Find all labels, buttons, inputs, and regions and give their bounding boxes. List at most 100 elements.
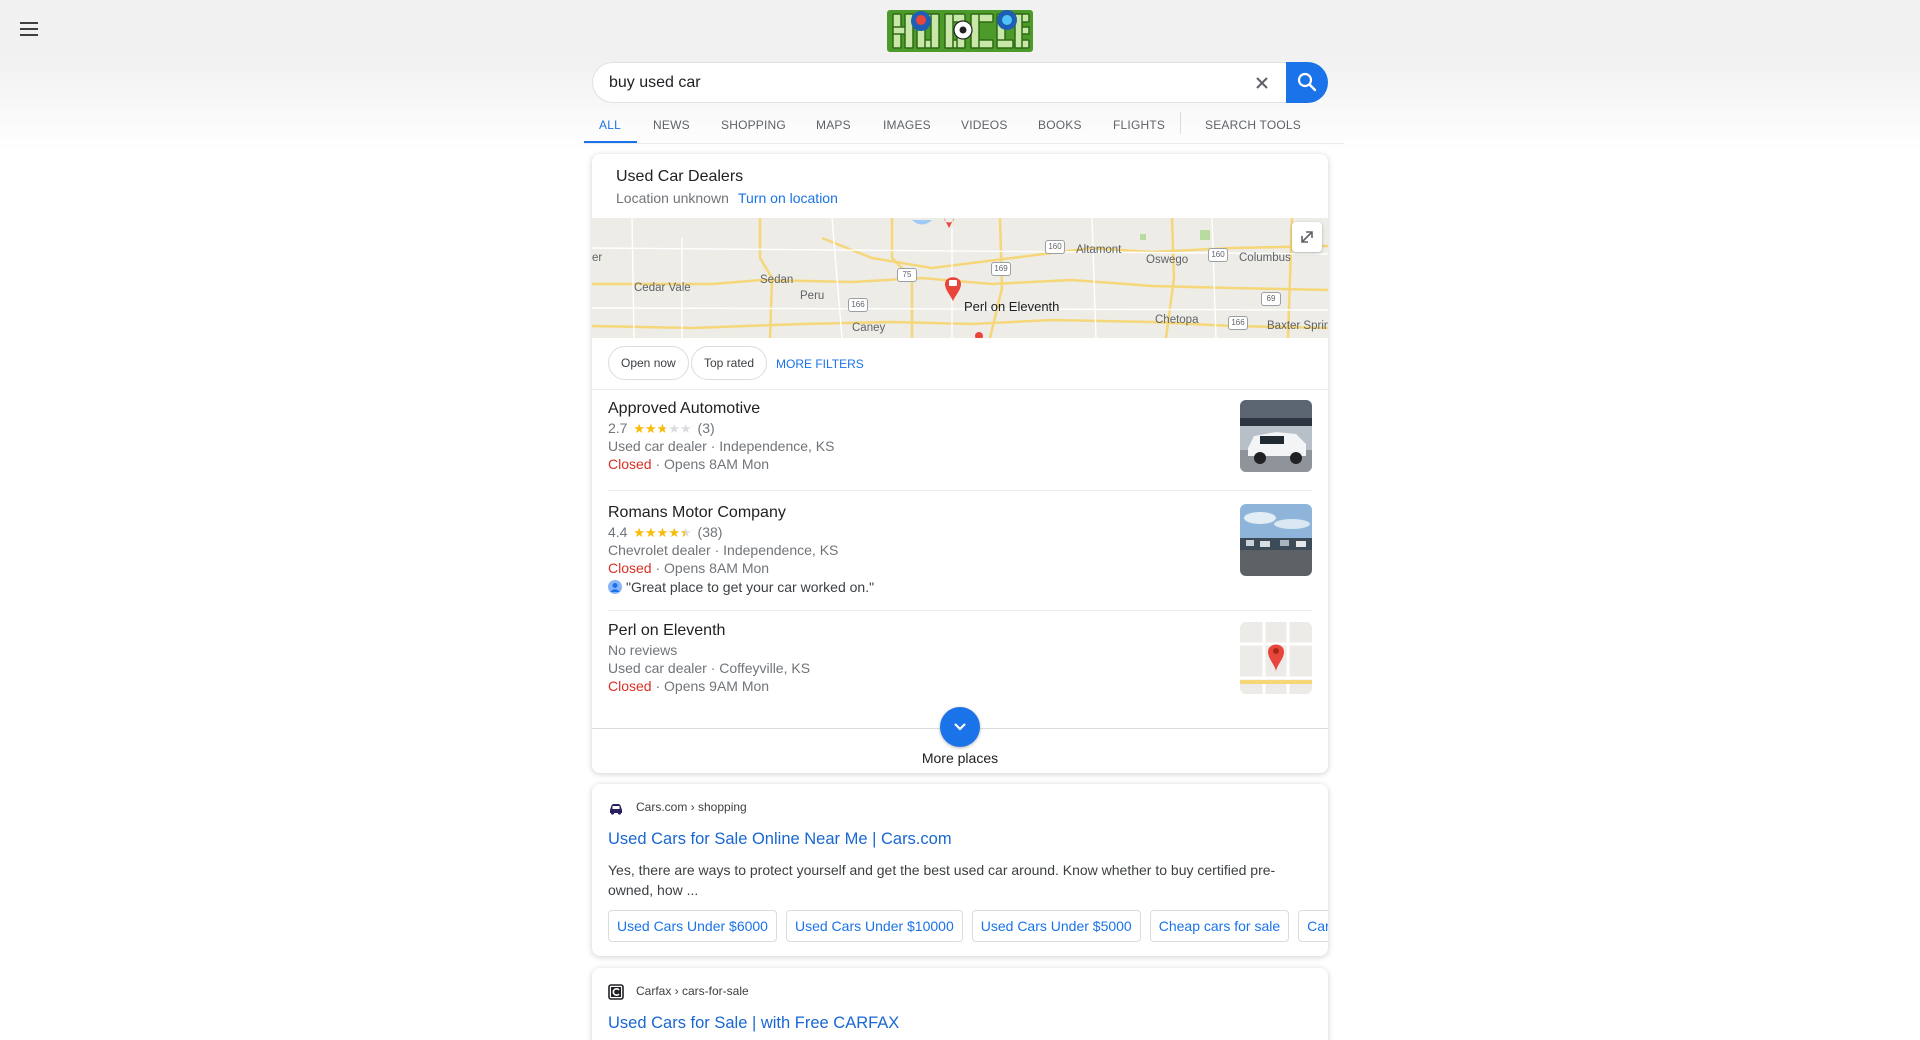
local-results-card: Used Car Dealers Location unknown Turn o…: [592, 154, 1328, 773]
search-button[interactable]: [1286, 62, 1328, 103]
search-bar: [592, 62, 1328, 103]
result-title-link[interactable]: Used Cars for Sale | with Free CARFAX: [608, 1014, 899, 1033]
place-hours: Closed · Opens 8AM Mon: [608, 456, 769, 472]
tab-shopping[interactable]: SHOPPING: [721, 118, 786, 132]
highway-shield: 160: [1208, 248, 1228, 262]
doodle-logo[interactable]: [885, 8, 1035, 54]
result-title-link[interactable]: Used Cars for Sale Online Near Me | Cars…: [608, 830, 952, 849]
map-label: Columbus: [1239, 252, 1291, 264]
tab-videos[interactable]: VIDEOS: [961, 118, 1008, 132]
opening-time: · Opens 9AM Mon: [651, 678, 770, 694]
place-name: Approved Automotive: [608, 400, 761, 417]
rating-value: 4.4: [608, 524, 628, 540]
more-places-label[interactable]: More places: [592, 750, 1328, 766]
place-divider: [608, 490, 1312, 491]
sitelink-chip[interactable]: Used Cars Under $5000: [971, 910, 1141, 942]
place-category: Used car dealer · Coffeyville, KS: [608, 660, 811, 676]
place-rating-text: No reviews: [608, 642, 678, 658]
closed-status: Closed: [608, 678, 652, 694]
map-label: Caney: [852, 322, 886, 334]
place-hours: Closed · Opens 9AM Mon: [608, 678, 769, 694]
place-name: Romans Motor Company: [608, 504, 786, 521]
closed-status: Closed: [608, 560, 652, 576]
map-label: er: [592, 252, 603, 264]
place-item[interactable]: Perl on Eleventh No reviews Used car dea…: [608, 622, 1312, 702]
place-rating: 2.7 ★★★★★★★★★★ (3): [608, 420, 715, 437]
tab-search-tools[interactable]: SEARCH TOOLS: [1205, 118, 1301, 132]
place-hours: Closed · Opens 8AM Mon: [608, 560, 769, 576]
review-count: (3): [697, 420, 715, 436]
map-label: Cedar Vale: [634, 282, 691, 294]
highway-shield: 166: [848, 298, 868, 312]
car-icon: [610, 804, 622, 815]
result-snippet: Yes, there are ways to protect yourself …: [608, 862, 1276, 898]
map-label: Baxter Sprin: [1267, 320, 1328, 332]
review-count: (38): [697, 524, 723, 540]
place-category: Chevrolet dealer · Independence, KS: [608, 542, 839, 558]
tabs-divider: [584, 143, 1344, 144]
highway-shield: 169: [991, 262, 1011, 276]
tab-books[interactable]: BOOKS: [1038, 118, 1082, 132]
map-label: Oswego: [1146, 254, 1189, 266]
highway-shield: 75: [897, 268, 917, 282]
map-pin-label: Perl on Eleventh: [964, 299, 1060, 314]
tab-flights[interactable]: FLIGHTS: [1113, 118, 1165, 132]
place-rating: 4.4 ★★★★★★★★★★ (38): [608, 524, 722, 541]
highway-shield: 69: [1261, 292, 1281, 306]
rating-value: 2.7: [608, 420, 628, 436]
review-quote: "Great place to get your car worked on.": [626, 579, 875, 595]
local-results-title: Used Car Dealers: [616, 168, 744, 185]
review-snippet: "Great place to get your car worked on.": [608, 579, 874, 595]
place-category: Used car dealer · Independence, KS: [608, 438, 835, 454]
opening-time: · Opens 8AM Mon: [651, 456, 770, 472]
top-rated-chip[interactable]: Top rated: [691, 346, 768, 380]
tab-all[interactable]: ALL: [599, 118, 621, 132]
map-label: Altamont: [1076, 244, 1122, 256]
search-tabs: ALL NEWS SHOPPING MAPS IMAGES VIDEOS BOO…: [584, 112, 1336, 144]
place-divider: [608, 610, 1312, 611]
map-label: Chetopa: [1155, 314, 1199, 326]
more-filters-link[interactable]: MORE FILTERS: [776, 357, 864, 371]
close-icon[interactable]: [1253, 74, 1271, 92]
place-name: Perl on Eleventh: [608, 622, 726, 639]
tab-separator: [1180, 112, 1181, 134]
highway-shield: 166: [1228, 316, 1248, 330]
chevron-down-icon: [954, 723, 966, 731]
open-now-chip[interactable]: Open now: [608, 346, 689, 380]
filter-chips: Open now Top rated MORE FILTERS: [592, 338, 1328, 390]
location-status: Location unknown: [616, 190, 729, 206]
star-rating: ★★★★★★★★★★: [633, 525, 692, 540]
place-map-thumbnail[interactable]: [1240, 622, 1312, 694]
opening-time: · Opens 8AM Mon: [651, 560, 770, 576]
highway-shield: 160: [1045, 240, 1065, 254]
expand-icon: [1301, 231, 1313, 243]
carfax-icon: [608, 984, 624, 1000]
tab-news[interactable]: NEWS: [653, 118, 690, 132]
result-breadcrumb[interactable]: Cars.com › shopping: [636, 800, 747, 814]
sitelinks: Used Cars Under $6000 Used Cars Under $10…: [608, 910, 1328, 944]
map-preview[interactable]: er Cedar Vale Sedan Peru Caney Altamont …: [592, 218, 1328, 338]
expand-map-button[interactable]: [1292, 222, 1322, 252]
result-breadcrumb[interactable]: Carfax › cars-for-sale: [636, 984, 749, 998]
map-label: Peru: [800, 290, 825, 302]
place-photo[interactable]: [1240, 504, 1312, 576]
turn-on-location-link[interactable]: Turn on location: [738, 190, 838, 206]
search-input[interactable]: [609, 63, 1209, 102]
sitelink-chip[interactable]: Cheap cars for sale: [1149, 910, 1290, 942]
user-avatar-icon: [608, 580, 622, 594]
tab-images[interactable]: IMAGES: [883, 118, 931, 132]
sitelink-chip[interactable]: Used Cars Under $6000: [608, 910, 777, 942]
closed-status: Closed: [608, 456, 652, 472]
search-result: Cars.com › shopping Used Cars for Sale O…: [592, 784, 1328, 956]
sitelink-chip[interactable]: Used Cars Under $10000: [785, 910, 963, 942]
more-places-button[interactable]: [940, 707, 980, 747]
menu-icon[interactable]: [18, 18, 44, 40]
place-item[interactable]: Romans Motor Company 4.4 ★★★★★★★★★★ (38)…: [608, 504, 1312, 600]
tab-maps[interactable]: MAPS: [816, 118, 851, 132]
search-box: [592, 62, 1288, 103]
search-result: Carfax › cars-for-sale Used Cars for Sal…: [592, 968, 1328, 1040]
sitelink-chip[interactable]: Car Dealers: [1298, 910, 1328, 942]
place-photo[interactable]: [1240, 400, 1312, 472]
map-label: Sedan: [760, 274, 794, 286]
place-item[interactable]: Approved Automotive 2.7 ★★★★★★★★★★ (3) U…: [608, 400, 1312, 480]
